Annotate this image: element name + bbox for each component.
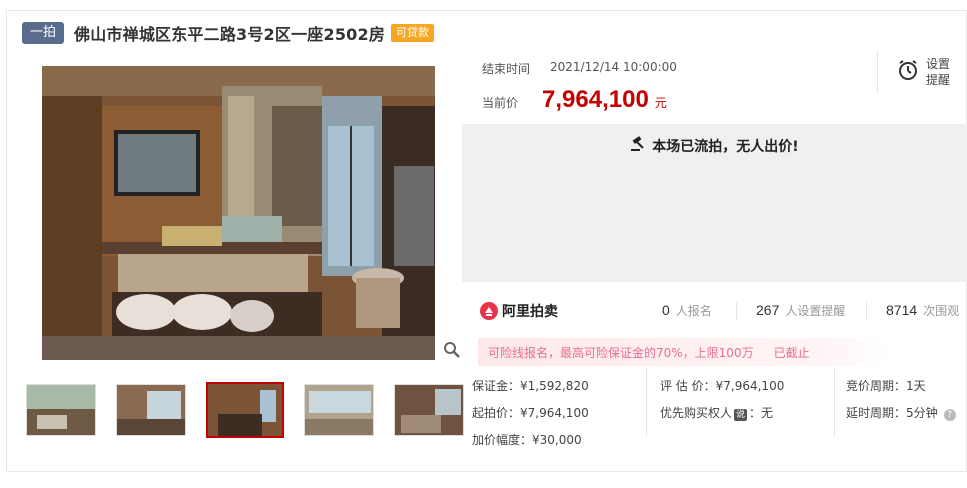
thumbnail-5[interactable] [394, 384, 464, 436]
current-price-label: 当前价 [482, 96, 519, 110]
thumbnail-4[interactable] [304, 384, 374, 436]
stat-registrations-label: 人报名 [675, 304, 712, 318]
loan-badge: 可贷款 [391, 24, 435, 42]
auction-status-box: 本场已流拍，无人出价! [462, 124, 967, 282]
alibaba-auction-logo[interactable]: 阿里拍卖 [480, 301, 558, 321]
thumbnail-strip [26, 382, 464, 438]
thumbnail-2[interactable] [116, 384, 186, 436]
bid-cycle-info: 竞价周期：1天 [846, 379, 926, 393]
stat-views-label: 次围观 [923, 304, 960, 318]
magnifier-icon[interactable] [443, 341, 461, 359]
delay-cycle-info: 延时周期：5分钟? [846, 404, 956, 421]
kitchen-photo-image [42, 66, 435, 360]
stat-reminders-label: 人设置提醒 [785, 304, 846, 318]
insurance-notice-text: 可险线报名，最高可险保证金的70%，上限100万 [488, 345, 754, 360]
page-title: 佛山市禅城区东平二路3号2区一座2502房 [74, 25, 386, 44]
current-price-value: 7,964,100 [542, 86, 649, 113]
alarm-clock-icon [896, 58, 920, 86]
round-badge: 一拍 [22, 22, 65, 44]
stat-registrations: 0 人报名 [662, 302, 712, 319]
platform-row: 阿里拍卖 0 人报名 267 人设置提醒 8714 次围观 [480, 298, 967, 324]
stat-views-count: 8714 [886, 302, 918, 318]
end-time-value: 2021/12/14 10:00:00 [550, 60, 677, 74]
divider [877, 50, 878, 94]
end-time-label: 结束时间 [482, 62, 531, 76]
stat-reminders: 267 人设置提醒 [756, 302, 845, 319]
start-price-info: 起拍价：¥7,964,100 [472, 406, 589, 420]
insurance-notice[interactable]: 可险线报名，最高可险保证金的70%，上限100万 已截止 [478, 338, 888, 366]
divider [646, 368, 647, 436]
title-row: 一拍 佛山市禅城区东平二路3号2区一座2502房 可贷款 [22, 22, 435, 44]
explain-badge[interactable]: 说 [734, 409, 748, 421]
divider [866, 302, 867, 320]
divider [834, 368, 835, 436]
end-time-row: 结束时间 2021/12/14 10:00:00 [482, 60, 677, 77]
deposit-info: 保证金：¥1,592,820 [472, 379, 589, 393]
stat-reminders-count: 267 [756, 302, 780, 318]
set-reminder-button[interactable]: 设置提醒 [896, 56, 952, 88]
platform-name: 阿里拍卖 [502, 304, 558, 320]
insurance-notice-status: 已截止 [773, 345, 810, 360]
thumbnail-3-selected[interactable] [206, 382, 284, 438]
price-unit: 元 [654, 96, 667, 110]
gavel-icon [630, 136, 646, 156]
current-price-row: 当前价 7,964,100 元 [482, 86, 667, 114]
priority-buyer-label: 优先购买权人 [660, 406, 733, 420]
stat-registrations-count: 0 [662, 302, 670, 318]
alibaba-auction-icon [480, 302, 498, 320]
set-reminder-label: 设置提醒 [926, 57, 951, 87]
increment-info: 加价幅度：¥30,000 [472, 433, 582, 447]
priority-buyer-info: 优先购买权人说：无 [660, 404, 773, 421]
auction-status: 本场已流拍，无人出价! [462, 136, 967, 156]
auction-status-text: 本场已流拍，无人出价! [652, 139, 799, 155]
question-icon[interactable]: ? [943, 409, 956, 421]
stat-views: 8714 次围观 [886, 302, 959, 319]
delay-cycle-text: 延时周期：5分钟 [846, 406, 938, 420]
appraisal-info: 评 估 价：¥7,964,100 [660, 379, 785, 393]
divider [736, 302, 737, 320]
thumbnail-1[interactable] [26, 384, 96, 436]
main-photo[interactable] [42, 66, 435, 360]
priority-buyer-value: ：无 [749, 406, 774, 420]
